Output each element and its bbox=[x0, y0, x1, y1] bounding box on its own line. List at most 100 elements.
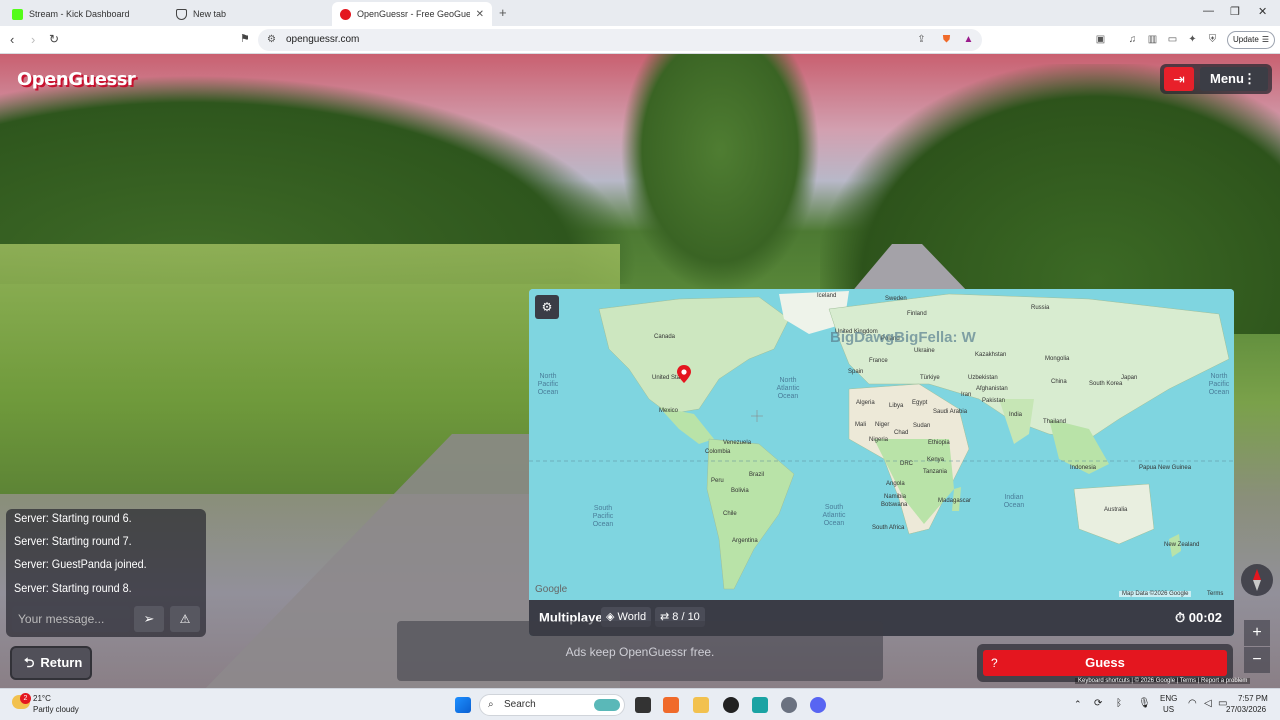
bluetooth-icon[interactable]: ᛒ bbox=[1116, 698, 1122, 709]
google-logo: Google bbox=[535, 584, 568, 595]
language-bottom[interactable]: US bbox=[1163, 705, 1174, 714]
tab-label: Stream - Kick Dashboard bbox=[29, 9, 130, 19]
back-icon[interactable]: ‹ bbox=[10, 32, 14, 47]
minimize-icon[interactable]: — bbox=[1203, 5, 1214, 17]
browser-tab-bar: Stream - Kick Dashboard New tab OpenGues… bbox=[0, 0, 1280, 26]
leo-ai-icon[interactable]: ✦ bbox=[1186, 33, 1199, 46]
taskbar-search[interactable]: ⌕ Search bbox=[479, 694, 625, 716]
clock-time[interactable]: 7:57 PM bbox=[1238, 694, 1268, 703]
country-label: Libya bbox=[889, 403, 904, 409]
reload-icon[interactable]: ↻ bbox=[49, 32, 59, 46]
report-chat-button[interactable]: ⚠ bbox=[170, 606, 200, 632]
country-label: Colombia bbox=[705, 449, 731, 455]
weather-badge: 2 bbox=[20, 693, 31, 704]
restore-icon[interactable]: ❐ bbox=[1230, 5, 1240, 18]
country-label: South Africa bbox=[872, 525, 905, 531]
south-america-land bbox=[706, 438, 795, 590]
sync-icon[interactable]: ⟳ bbox=[1094, 698, 1102, 709]
send-message-button[interactable]: ➢ bbox=[134, 606, 164, 632]
country-label: France bbox=[869, 358, 888, 364]
country-label: China bbox=[1051, 379, 1067, 385]
url-text: openguessr.com bbox=[286, 34, 360, 45]
country-label: Thailand bbox=[1043, 419, 1067, 425]
map-settings-button[interactable]: ⚙ bbox=[535, 295, 559, 319]
openguessr-logo[interactable]: OpenGuessr bbox=[17, 69, 136, 90]
country-label: Indonesia bbox=[1070, 465, 1097, 471]
tab-kick-dashboard[interactable]: Stream - Kick Dashboard bbox=[4, 2, 164, 26]
task-view-icon[interactable] bbox=[635, 697, 651, 713]
brave-rewards-icon[interactable]: ▲ bbox=[962, 33, 975, 46]
vpn-icon[interactable]: ⛨ bbox=[1206, 33, 1219, 46]
guess-pin-icon[interactable] bbox=[677, 365, 691, 383]
brave-shields-icon[interactable]: ⛊ bbox=[940, 33, 953, 46]
guess-map-panel: ⚙ Iceland Sweden Finland Russia Canada U… bbox=[529, 289, 1234, 636]
world-map[interactable]: ⚙ Iceland Sweden Finland Russia Canada U… bbox=[529, 289, 1234, 600]
zoom-in-button[interactable]: + bbox=[1244, 620, 1270, 646]
settings-icon[interactable] bbox=[781, 697, 797, 713]
forward-icon[interactable]: › bbox=[31, 32, 35, 47]
windows-start-icon[interactable] bbox=[455, 697, 471, 713]
country-label: Russia bbox=[1031, 305, 1050, 311]
sidebar-icon[interactable]: ▥ bbox=[1146, 33, 1159, 46]
guess-button[interactable]: Guess bbox=[983, 650, 1227, 676]
brave-taskbar-icon[interactable] bbox=[663, 697, 679, 713]
tab-search-icon[interactable]: ▣ bbox=[1094, 33, 1107, 46]
timer-icon: ⏱ bbox=[1175, 610, 1186, 625]
tab-new-tab[interactable]: New tab bbox=[168, 2, 328, 26]
country-label: Türkiye bbox=[920, 375, 940, 381]
close-tab-icon[interactable]: ✕ bbox=[476, 9, 484, 20]
country-label: DRC bbox=[900, 461, 913, 467]
chat-message: Server: Starting round 8. bbox=[14, 581, 132, 595]
country-label: Australia bbox=[1104, 507, 1128, 513]
bookmark-icon[interactable]: ⚑ bbox=[240, 32, 250, 45]
ocean-label: North Pacific Ocean bbox=[537, 373, 559, 396]
site-settings-icon[interactable]: ⚙ bbox=[267, 29, 276, 51]
map-attribution: Map Data ©2026 Google bbox=[1119, 591, 1192, 597]
exit-game-button[interactable]: ⇥ bbox=[1164, 67, 1194, 91]
share-icon[interactable]: ⇪ bbox=[915, 33, 928, 46]
country-label: Angola bbox=[886, 481, 905, 487]
help-icon[interactable]: ? bbox=[991, 650, 998, 676]
music-icon[interactable]: ♫ bbox=[1126, 33, 1139, 46]
report-icon: ⚠ bbox=[179, 612, 191, 626]
top-right-controls: ⇥ Menu ⋮ bbox=[1160, 64, 1272, 94]
chevron-up-icon[interactable]: ⌃ bbox=[1074, 699, 1082, 710]
url-field[interactable]: ⚙ openguessr.com bbox=[258, 29, 982, 51]
game-viewport[interactable]: OpenGuessr ⇥ Menu ⋮ Server: Starting rou… bbox=[0, 54, 1280, 688]
tab-openguessr[interactable]: OpenGuessr - Free GeoGuess ✕ bbox=[332, 2, 492, 26]
country-label: New Zealand bbox=[1164, 542, 1200, 548]
country-label: Ukraine bbox=[914, 348, 935, 354]
map-terms-link[interactable]: Terms bbox=[1207, 591, 1223, 597]
wifi-icon[interactable]: ◠ bbox=[1188, 698, 1197, 709]
guess-label: Guess bbox=[1085, 655, 1125, 670]
country-label: Iran bbox=[961, 392, 972, 398]
obs-icon[interactable] bbox=[723, 697, 739, 713]
streetview-footer: Keyboard shortcuts | © 2026 Google | Ter… bbox=[1075, 678, 1251, 684]
microphone-icon[interactable]: 🎙 bbox=[1138, 698, 1151, 709]
menu-button[interactable]: Menu ⋮ bbox=[1200, 67, 1268, 91]
zoom-out-button[interactable]: − bbox=[1244, 647, 1270, 673]
country-label: Chad bbox=[894, 430, 909, 436]
return-button[interactable]: ⮌ Return bbox=[10, 646, 92, 680]
close-window-icon[interactable]: ✕ bbox=[1258, 5, 1267, 18]
clock-date[interactable]: 27/03/2026 bbox=[1226, 705, 1266, 714]
chat-message-input[interactable]: Your message... bbox=[12, 606, 130, 632]
country-label: Nigeria bbox=[869, 437, 889, 443]
exit-icon: ⇥ bbox=[1173, 71, 1185, 87]
new-tab-button[interactable]: + bbox=[499, 5, 507, 20]
country-label: Saudi Arabia bbox=[933, 409, 968, 415]
discord-icon[interactable] bbox=[810, 697, 826, 713]
notepad-icon[interactable] bbox=[752, 697, 768, 713]
file-explorer-icon[interactable] bbox=[693, 697, 709, 713]
wallet-icon[interactable]: ▭ bbox=[1166, 33, 1179, 46]
update-button[interactable]: Update ☰ bbox=[1227, 31, 1275, 49]
language-top[interactable]: ENG bbox=[1160, 694, 1177, 703]
compass-icon[interactable] bbox=[1241, 564, 1273, 596]
country-label: Algeria bbox=[856, 400, 875, 406]
country-label: Madagascar bbox=[938, 498, 972, 504]
volume-icon[interactable]: ◁ bbox=[1204, 698, 1212, 709]
country-label: Namibia bbox=[884, 494, 907, 500]
country-label: Botswana bbox=[881, 502, 908, 508]
country-label: Pakistan bbox=[982, 398, 1006, 404]
address-toolbar: ‹ › ↻ ⚑ ⚙ openguessr.com ⇪ ⛊ ▲ ▣ ♫ ▥ ▭ ✦… bbox=[0, 26, 1280, 54]
